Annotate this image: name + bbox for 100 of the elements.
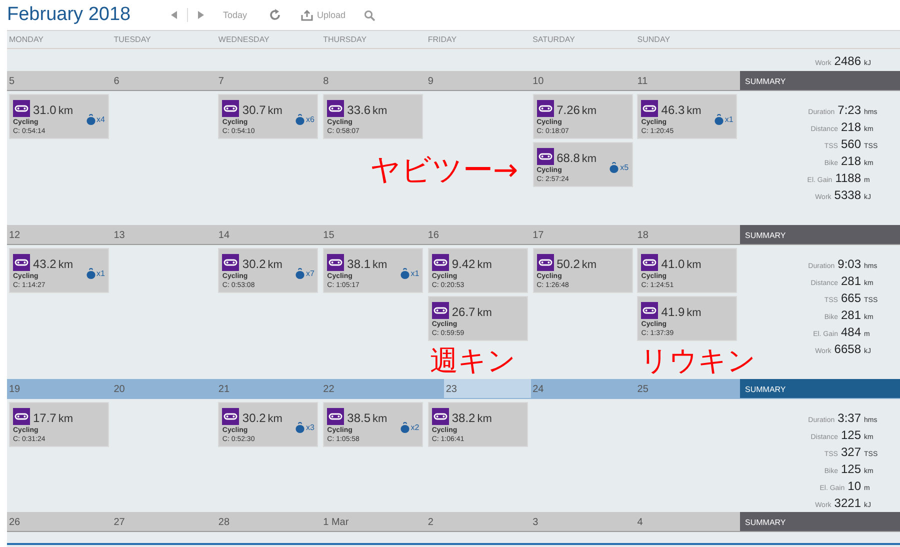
handwritten-note: 週キン xyxy=(430,343,516,379)
search-icon[interactable] xyxy=(364,10,375,20)
badge-count: x7 xyxy=(306,269,314,278)
summary-value: 3:37 xyxy=(838,411,861,425)
summary-value: 484 xyxy=(840,325,861,339)
next-icon[interactable] xyxy=(197,10,205,20)
summary-header: SUMMARY xyxy=(740,225,900,244)
badge-count: x4 xyxy=(96,115,105,124)
summary-value: 5338 xyxy=(834,188,861,202)
day-number: 4 xyxy=(636,516,644,530)
workout-distance: 41.9 km xyxy=(661,305,702,319)
chain-icon xyxy=(327,100,344,117)
chain-icon xyxy=(13,100,30,117)
day-number: 27 xyxy=(112,516,126,530)
weekday-label: TUESDAY xyxy=(112,35,152,44)
summary-value: 218 xyxy=(840,120,861,134)
summary-value: 10 xyxy=(848,479,861,493)
workout-distance: 9.42 km xyxy=(452,257,492,271)
day-number: 16 xyxy=(426,229,440,243)
workout-distance: 30.2 km xyxy=(242,411,282,425)
previous-icon[interactable] xyxy=(170,10,178,20)
calendar-title: February 2018 xyxy=(7,4,132,26)
workout-distance: 41.0 km xyxy=(661,257,702,271)
refresh-icon[interactable] xyxy=(269,9,282,21)
badge-count: x5 xyxy=(620,163,629,172)
day-number: 8 xyxy=(322,75,330,89)
summary-header: SUMMARY xyxy=(740,512,900,531)
workout-distance: 68.8 km xyxy=(556,151,597,165)
workout-distance: 30.2 km xyxy=(242,257,282,271)
chain-icon xyxy=(222,254,240,271)
badge-count: x6 xyxy=(306,115,314,124)
day-number: 23 xyxy=(444,379,531,398)
day-number: 12 xyxy=(8,229,22,243)
chain-icon xyxy=(327,408,344,425)
summary-value: 2486 xyxy=(834,54,861,68)
day-number: 6 xyxy=(112,75,120,89)
summary-value: 125 xyxy=(840,428,861,442)
chain-icon xyxy=(222,100,240,117)
upload-icon xyxy=(301,10,314,20)
chain-icon xyxy=(536,254,554,271)
summary-value: 3221 xyxy=(834,496,861,510)
chain-icon xyxy=(536,148,554,165)
day-number: 14 xyxy=(217,229,231,243)
day-number: 24 xyxy=(532,383,545,397)
day-number: 7 xyxy=(217,75,225,89)
weekday-label: MONDAY xyxy=(8,35,45,44)
chain-icon xyxy=(536,100,554,117)
kettlebell-icon xyxy=(400,422,410,433)
workout-distance: 33.6 km xyxy=(347,103,388,117)
day-number: 10 xyxy=(532,75,545,89)
day-number: 20 xyxy=(112,383,126,397)
day-number: 19 xyxy=(8,383,22,397)
workout-distance: 38.2 km xyxy=(452,411,492,425)
chain-icon xyxy=(13,408,30,425)
day-number: 28 xyxy=(217,516,231,530)
chain-icon xyxy=(432,302,449,319)
badge-count: x2 xyxy=(410,423,420,432)
chain-icon xyxy=(641,254,658,271)
chain-icon xyxy=(641,302,658,319)
kettlebell-icon xyxy=(294,114,305,125)
day-number: 5 xyxy=(8,75,16,89)
day-number: 2 xyxy=(426,516,434,530)
weekday-label: SUNDAY xyxy=(636,35,672,44)
day-number: 11 xyxy=(636,75,649,89)
summary-value: 281 xyxy=(840,308,861,322)
workout-distance: 7.26 km xyxy=(556,103,597,117)
day-number: 15 xyxy=(322,229,336,243)
workout-distance: 26.7 km xyxy=(452,305,492,319)
summary-value: 125 xyxy=(840,462,861,476)
chain-icon xyxy=(222,408,240,425)
chain-icon xyxy=(641,100,658,117)
badge-count: x1 xyxy=(724,115,734,124)
summary-value: 218 xyxy=(840,154,861,168)
kettlebell-icon xyxy=(609,162,620,173)
handwritten-note: リウキン xyxy=(640,343,756,379)
weekday-label: SATURDAY xyxy=(532,35,576,44)
workout-distance: 30.7 km xyxy=(242,103,282,117)
badge-count: x1 xyxy=(410,269,420,278)
day-number: 3 xyxy=(532,516,540,530)
workout-distance: 38.1 km xyxy=(347,257,388,271)
workout-distance: 50.2 km xyxy=(556,257,597,271)
workout-distance: 31.0 km xyxy=(33,103,74,117)
chain-icon xyxy=(432,254,449,271)
summary-value: 281 xyxy=(840,274,861,288)
summary-value: 560 xyxy=(840,137,861,151)
weekday-label: WEDNESDAY xyxy=(217,35,270,44)
workout-distance: 43.2 km xyxy=(33,257,74,271)
badge-count: x1 xyxy=(96,269,105,278)
chain-icon xyxy=(327,254,344,271)
kettlebell-icon xyxy=(294,422,305,433)
weekday-label: FRIDAY xyxy=(426,35,458,44)
kettlebell-icon xyxy=(294,268,305,279)
weekday-label: THURSDAY xyxy=(322,35,368,44)
kettlebell-icon xyxy=(400,268,410,279)
summary-value: 9:03 xyxy=(838,257,861,271)
day-number: 22 xyxy=(322,383,336,397)
summary-header: SUMMARY xyxy=(740,379,900,398)
summary-value: 1188 xyxy=(835,171,861,185)
day-number: 25 xyxy=(636,383,650,397)
workout-distance: 46.3 km xyxy=(661,103,702,117)
